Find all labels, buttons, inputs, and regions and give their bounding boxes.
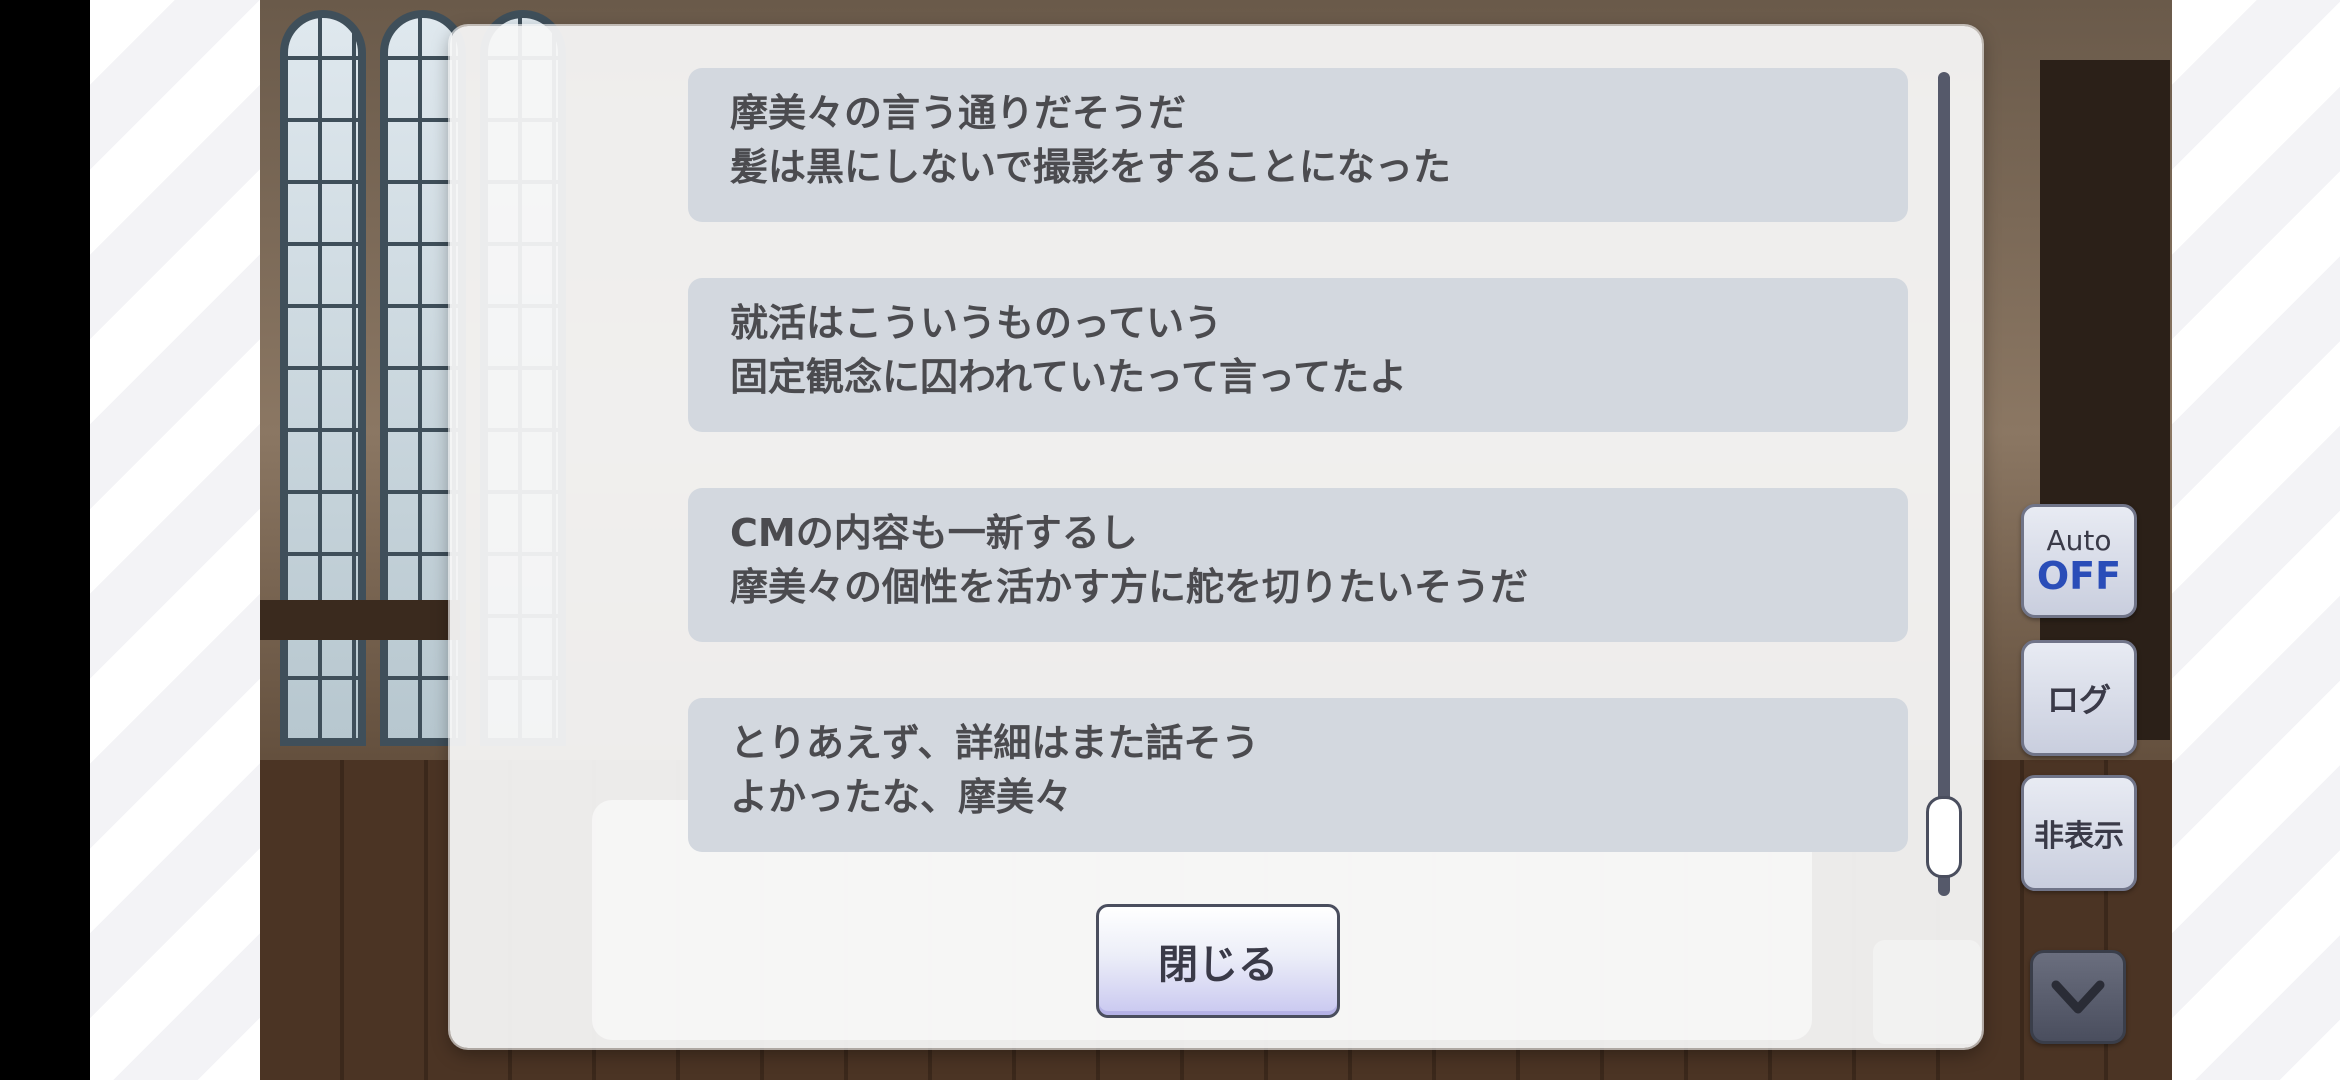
right-pillarbox [2172, 0, 2340, 1080]
chevron-down-button[interactable] [2030, 950, 2126, 1044]
scrollbar-thumb[interactable] [1926, 796, 1962, 878]
log-entry: CMの内容も一新するし 摩美々の個性を活かす方に舵を切りたいそうだ [688, 488, 1908, 642]
log-button[interactable]: ログ [2021, 640, 2137, 756]
close-button[interactable]: 閉じる [1096, 904, 1340, 1018]
bottle-shelf [2040, 60, 2170, 740]
cafe-table [260, 600, 460, 640]
log-entry-line: 固定観念に囚われていたって言ってたよ [730, 355, 1408, 399]
game-screen: Auto OFF ログ 非表示 摩美々の言う通りだそうだ 髪は黒にしないで撮影を… [0, 0, 2340, 1080]
log-entry: 摩美々の言う通りだそうだ 髪は黒にしないで撮影をすることになった [688, 68, 1908, 222]
log-entry-line: 摩美々の個性を活かす方に舵を切りたいそうだ [730, 565, 1529, 609]
log-entry-line: よかったな、摩美々 [730, 775, 1073, 819]
hide-ui-button[interactable]: 非表示 [2021, 775, 2137, 891]
log-entry: 就活はこういうものっていう 固定観念に囚われていたって言ってたよ [688, 278, 1908, 432]
log-entry-line: CMの内容も一新するし [730, 511, 1138, 555]
left-pillarbox [90, 0, 260, 1080]
log-modal: 摩美々の言う通りだそうだ 髪は黒にしないで撮影をすることになった 就活はこういう… [450, 26, 1982, 1048]
log-entry-line: 髪は黒にしないで撮影をすることになった [730, 145, 1451, 189]
auto-button[interactable]: Auto OFF [2021, 504, 2137, 618]
log-entry-line: とりあえず、詳細はまた話そう [730, 721, 1260, 765]
log-entry-line: 摩美々の言う通りだそうだ [730, 91, 1187, 135]
log-entry: とりあえず、詳細はまた話そう よかったな、摩美々 [688, 698, 1908, 852]
auto-label: Auto [2046, 524, 2112, 557]
chevron-down-icon [2051, 980, 2105, 1014]
log-list[interactable]: 摩美々の言う通りだそうだ 髪は黒にしないで撮影をすることになった 就活はこういう… [450, 26, 1982, 876]
auto-state: OFF [2036, 554, 2122, 598]
log-entry-line: 就活はこういうものっていう [730, 301, 1223, 345]
scrollbar-track[interactable] [1938, 72, 1950, 896]
